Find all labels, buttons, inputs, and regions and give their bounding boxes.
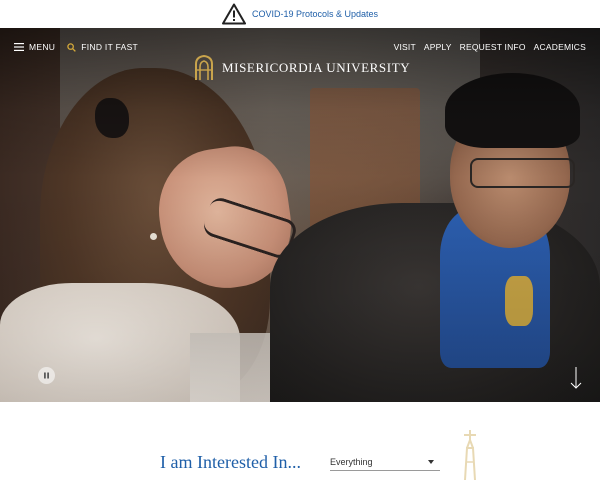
find-it-fast-label: FIND IT FAST [81, 42, 139, 52]
warning-triangle-icon [221, 3, 246, 25]
menu-label: MENU [29, 42, 56, 52]
nav-link-visit[interactable]: VISIT [394, 42, 416, 52]
nav-right: VISIT APPLY REQUEST INFO ACADEMICS [394, 42, 586, 52]
menu-button[interactable]: MENU [14, 42, 55, 52]
pause-button[interactable] [38, 367, 55, 384]
chevron-down-icon [428, 459, 434, 464]
pause-icon [44, 372, 49, 379]
interest-select-value: Everything [330, 456, 373, 467]
nav-link-academics[interactable]: ACADEMICS [534, 42, 586, 52]
interest-section: I am Interested In... Everything [0, 402, 600, 480]
nav-link-apply[interactable]: APPLY [424, 42, 452, 52]
gothic-arch-icon [195, 55, 213, 80]
nav-left: MENU FIND IT FAST [14, 42, 138, 52]
search-icon [67, 42, 77, 52]
hero-banner [0, 28, 600, 402]
interest-select[interactable]: Everything [330, 453, 440, 471]
interest-heading: I am Interested In... [160, 452, 301, 472]
nav-link-request-info[interactable]: REQUEST INFO [460, 42, 526, 52]
tower-icon [464, 430, 476, 480]
logo-text: MISERICORDIA UNIVERSITY [222, 60, 411, 75]
arrow-down-icon[interactable] [569, 366, 583, 390]
covid-alert-bar: COVID-19 Protocols & Updates [0, 0, 600, 28]
find-it-fast-button[interactable]: FIND IT FAST [67, 42, 138, 52]
hero-overlay [0, 28, 600, 402]
hamburger-icon [14, 43, 24, 51]
covid-alert-link[interactable]: COVID-19 Protocols & Updates [252, 9, 378, 19]
university-logo[interactable]: MISERICORDIA UNIVERSITY [194, 55, 410, 81]
